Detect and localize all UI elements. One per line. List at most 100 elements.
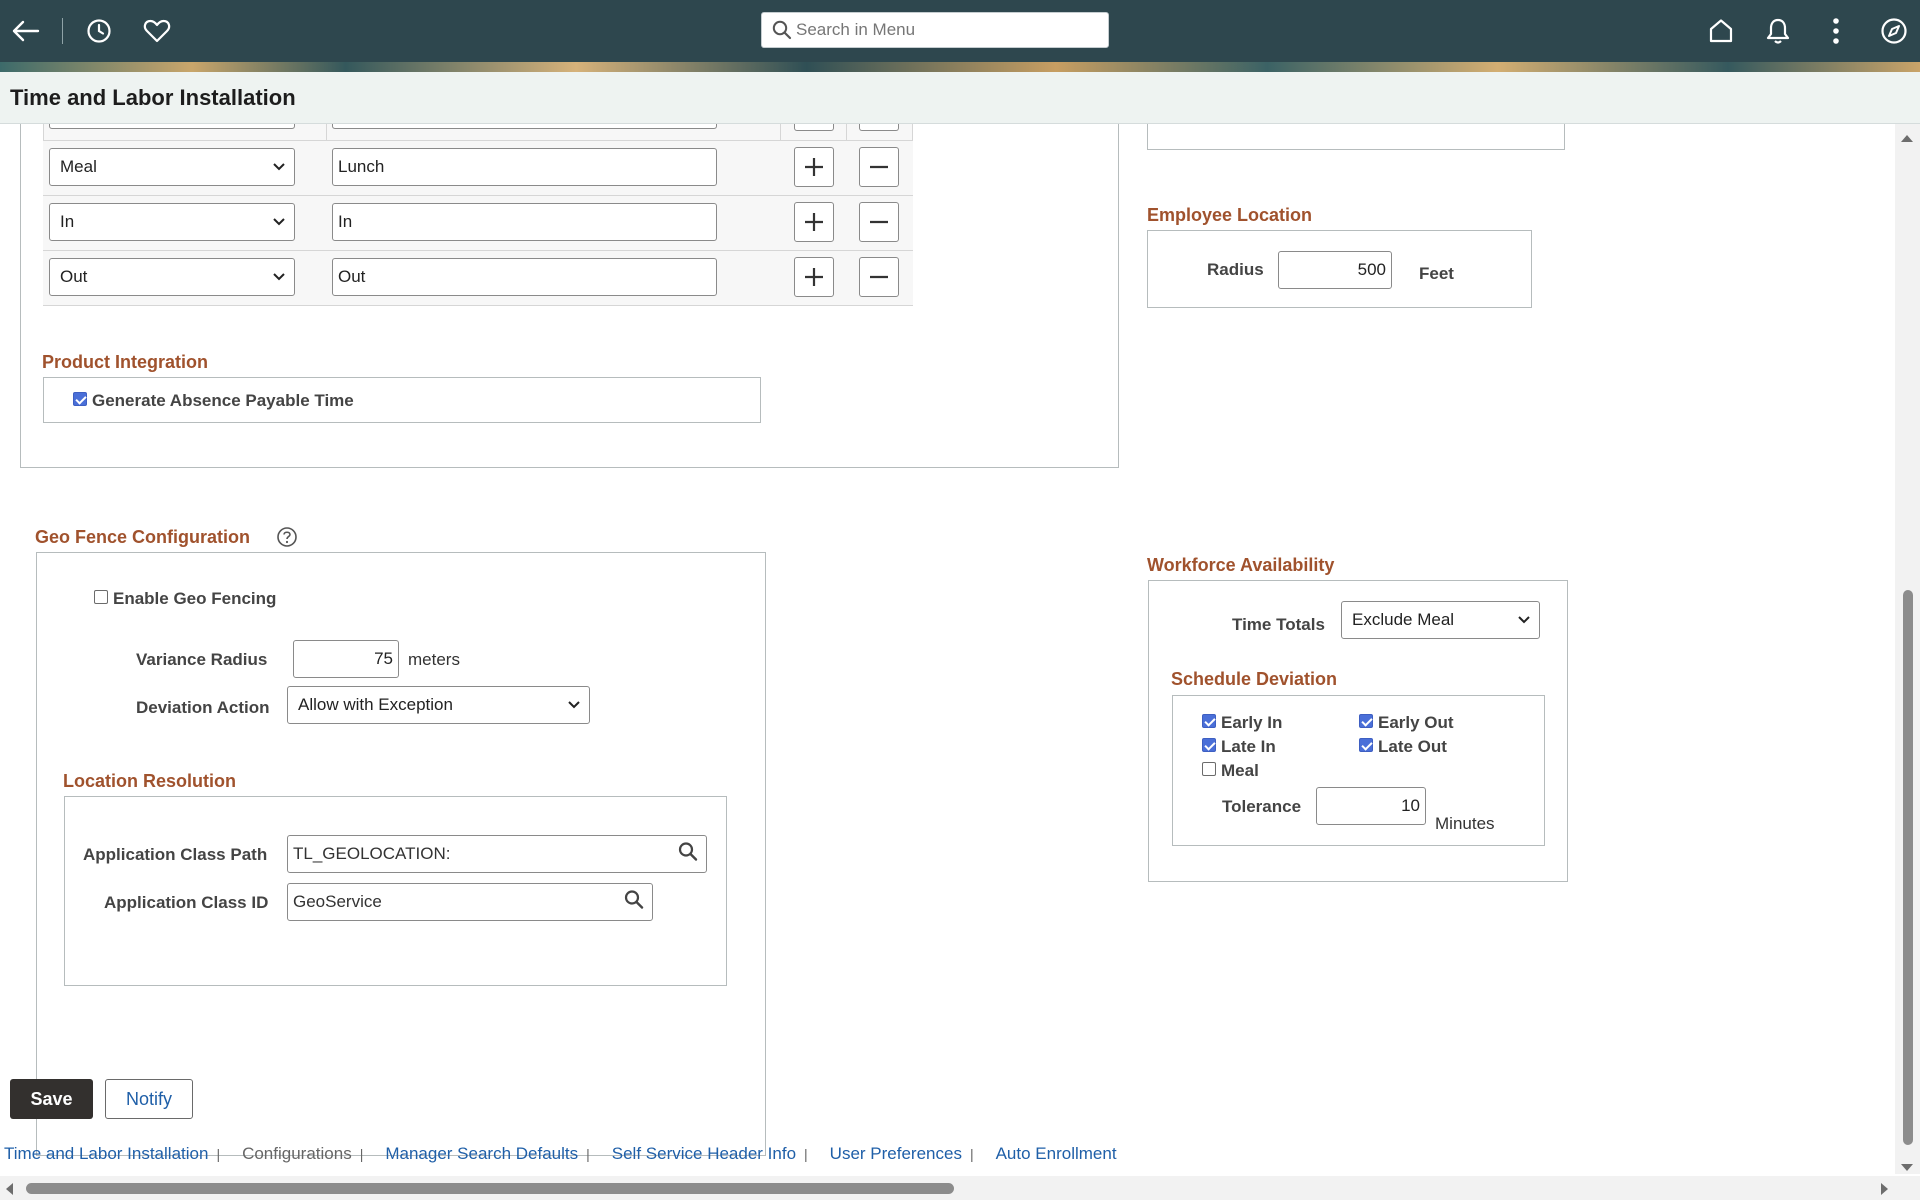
save-button[interactable]: Save [10, 1079, 93, 1119]
chevron-down-icon [272, 212, 286, 232]
page-title-bar: Time and Labor Installation [0, 72, 1920, 124]
generate-absence-checkbox[interactable] [73, 392, 87, 406]
class-id-value: GeoService [293, 892, 382, 912]
class-path-label: Application Class Path [83, 845, 267, 865]
deviation-action-value: Allow with Exception [298, 695, 453, 715]
deviation-action-select[interactable]: Allow with Exception [287, 686, 590, 724]
enable-geo-fencing-label: Enable Geo Fencing [113, 589, 276, 609]
class-id-label: Application Class ID [104, 893, 268, 913]
notify-button[interactable]: Notify [105, 1079, 193, 1119]
minus-icon [868, 266, 890, 288]
class-path-field[interactable]: TL_GEOLOCATION: [287, 835, 707, 873]
geo-fence-title: Geo Fence Configuration [35, 527, 250, 548]
minus-icon [868, 156, 890, 178]
late-out-label: Late Out [1378, 737, 1447, 757]
delete-row-button[interactable] [859, 202, 899, 242]
location-resolution-title: Location Resolution [63, 771, 236, 792]
variance-radius-unit: meters [408, 650, 460, 670]
late-in-checkbox[interactable] [1202, 738, 1216, 752]
link-separator: | [586, 1146, 590, 1162]
scroll-right-arrow-icon[interactable] [1880, 1182, 1890, 1201]
tolerance-label: Tolerance [1222, 797, 1301, 817]
footer-link-auto-enrollment[interactable]: Auto Enrollment [996, 1144, 1117, 1164]
add-row-button[interactable] [794, 202, 834, 242]
link-separator: | [360, 1146, 364, 1162]
punch-label-input[interactable] [332, 203, 717, 241]
punch-label-input[interactable] [332, 258, 717, 296]
lookup-search-icon[interactable] [678, 842, 698, 867]
link-separator: | [804, 1146, 808, 1162]
punch-type-select[interactable]: Meal [49, 148, 295, 186]
footer-link-user-preferences[interactable]: User Preferences [830, 1144, 962, 1164]
punch-label-input[interactable] [332, 148, 717, 186]
generate-absence-label: Generate Absence Payable Time [92, 391, 354, 411]
delete-row-button[interactable] [859, 124, 899, 131]
tolerance-unit: Minutes [1435, 814, 1495, 834]
back-arrow-icon[interactable] [6, 12, 44, 50]
footer-link-manager-search-defaults[interactable]: Manager Search Defaults [385, 1144, 578, 1164]
punch-type-select[interactable]: Out [49, 258, 295, 296]
chevron-down-icon [567, 695, 581, 715]
footer-link-configurations: Configurations [242, 1144, 352, 1164]
page-content: Meal In Out Product Integration Generate… [0, 124, 1895, 1174]
workforce-availability-title: Workforce Availability [1147, 555, 1334, 576]
add-row-button[interactable] [794, 124, 834, 131]
time-totals-value: Exclude Meal [1352, 610, 1454, 630]
menu-search-box[interactable] [761, 12, 1109, 48]
late-out-checkbox[interactable] [1359, 738, 1373, 752]
punch-type-select[interactable] [49, 124, 295, 129]
footer-link-self-service-header-info[interactable]: Self Service Header Info [612, 1144, 796, 1164]
early-in-checkbox[interactable] [1202, 714, 1216, 728]
plus-icon [803, 211, 825, 233]
class-path-value: TL_GEOLOCATION: [293, 844, 450, 864]
early-out-checkbox[interactable] [1359, 714, 1373, 728]
add-row-button[interactable] [794, 257, 834, 297]
variance-radius-input[interactable] [293, 640, 399, 678]
page-footer-links: Time and Labor Installation | Configurati… [4, 1144, 1117, 1164]
chevron-down-icon [272, 157, 286, 177]
late-in-label: Late In [1221, 737, 1276, 757]
schedule-deviation-title: Schedule Deviation [1171, 669, 1337, 690]
add-row-button[interactable] [794, 147, 834, 187]
delete-row-button[interactable] [859, 147, 899, 187]
class-id-field[interactable]: GeoService [287, 883, 653, 921]
horizontal-scroll-thumb[interactable] [26, 1183, 954, 1194]
delete-row-button[interactable] [859, 257, 899, 297]
product-integration-title: Product Integration [42, 352, 208, 373]
punch-type-value: In [60, 212, 74, 232]
more-actions-icon[interactable] [1817, 12, 1855, 50]
scroll-up-arrow-icon[interactable] [1900, 130, 1914, 148]
home-icon[interactable] [1702, 12, 1740, 50]
plus-icon [803, 156, 825, 178]
decorative-banner [0, 62, 1920, 72]
navigator-compass-icon[interactable] [1875, 12, 1913, 50]
help-question-icon[interactable] [276, 526, 298, 553]
early-out-label: Early Out [1378, 713, 1454, 733]
punch-label-input[interactable] [332, 124, 717, 129]
lookup-search-icon[interactable] [624, 890, 644, 915]
chevron-down-icon [272, 267, 286, 287]
time-totals-select[interactable]: Exclude Meal [1341, 601, 1540, 639]
punch-type-value: Out [60, 267, 87, 287]
radius-input[interactable] [1278, 251, 1392, 289]
top-navigation-bar [0, 0, 1920, 62]
notifications-bell-icon[interactable] [1759, 12, 1797, 50]
favorites-heart-icon[interactable] [138, 12, 176, 50]
minus-icon [868, 211, 890, 233]
search-icon [772, 20, 792, 40]
variance-radius-label: Variance Radius [136, 650, 267, 670]
vertical-scroll-thumb[interactable] [1903, 590, 1913, 1145]
radius-label: Radius [1207, 260, 1264, 280]
time-totals-label: Time Totals [1232, 615, 1325, 635]
punch-type-select[interactable]: In [49, 203, 295, 241]
enable-geo-fencing-checkbox[interactable] [94, 590, 108, 604]
recent-history-icon[interactable] [80, 12, 118, 50]
meal-checkbox[interactable] [1202, 762, 1216, 776]
plus-icon [803, 266, 825, 288]
footer-link-time-labor-installation[interactable]: Time and Labor Installation [4, 1144, 208, 1164]
radius-unit: Feet [1419, 264, 1454, 284]
early-in-label: Early In [1221, 713, 1282, 733]
tolerance-input[interactable] [1316, 787, 1426, 825]
scroll-left-arrow-icon[interactable] [4, 1182, 14, 1201]
search-input[interactable] [792, 19, 1108, 41]
